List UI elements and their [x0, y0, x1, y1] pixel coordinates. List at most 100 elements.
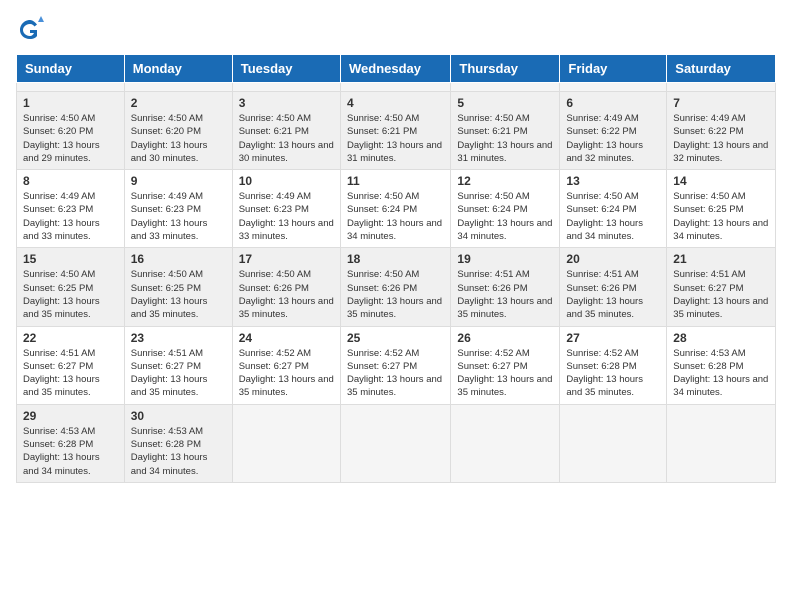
- calendar-week-row: 8 Sunrise: 4:49 AMSunset: 6:23 PMDaylight…: [17, 170, 776, 248]
- day-number: 7: [673, 96, 769, 110]
- calendar-day-cell: 18 Sunrise: 4:50 AMSunset: 6:26 PMDayligh…: [340, 248, 450, 326]
- calendar-day-cell: [560, 83, 667, 92]
- calendar-week-row: [17, 83, 776, 92]
- calendar-day-cell: [667, 404, 776, 482]
- calendar-day-cell: 17Sunrise: 4:50 AMSunset: 6:26 PMDayligh…: [232, 248, 340, 326]
- day-info: Sunrise: 4:50 AMSunset: 6:26 PMDaylight:…: [347, 268, 444, 321]
- calendar-week-row: 22 Sunrise: 4:51 AMSunset: 6:27 PMDayligh…: [17, 326, 776, 404]
- day-number: 20: [566, 252, 660, 266]
- day-number: 29: [23, 409, 118, 423]
- day-info: Sunrise: 4:49 AMSunset: 6:22 PMDaylight:…: [566, 112, 660, 165]
- calendar-day-cell: 28Sunrise: 4:53 AMSunset: 6:28 PMDayligh…: [667, 326, 776, 404]
- page-header: [16, 16, 776, 44]
- day-number: 25: [347, 331, 444, 345]
- day-number: 23: [131, 331, 226, 345]
- day-info: Sunrise: 4:52 AMSunset: 6:27 PMDaylight:…: [239, 347, 334, 400]
- day-of-week-header: Friday: [560, 55, 667, 83]
- calendar-week-row: 1 Sunrise: 4:50 AMSunset: 6:20 PMDaylight…: [17, 92, 776, 170]
- day-info: Sunrise: 4:51 AMSunset: 6:27 PMDaylight:…: [673, 268, 769, 321]
- calendar-day-cell: [340, 83, 450, 92]
- day-number: 26: [457, 331, 553, 345]
- calendar-day-cell: 7 Sunrise: 4:49 AMSunset: 6:22 PMDaylight…: [667, 92, 776, 170]
- calendar-day-cell: [124, 83, 232, 92]
- day-info: Sunrise: 4:51 AMSunset: 6:27 PMDaylight:…: [23, 347, 118, 400]
- calendar-day-cell: [232, 404, 340, 482]
- day-number: 11: [347, 174, 444, 188]
- day-number: 19: [457, 252, 553, 266]
- calendar-day-cell: 15 Sunrise: 4:50 AMSunset: 6:25 PMDayligh…: [17, 248, 125, 326]
- day-number: 14: [673, 174, 769, 188]
- calendar-day-cell: 21 Sunrise: 4:51 AMSunset: 6:27 PMDayligh…: [667, 248, 776, 326]
- day-number: 1: [23, 96, 118, 110]
- day-info: Sunrise: 4:50 AMSunset: 6:21 PMDaylight:…: [239, 112, 334, 165]
- day-number: 27: [566, 331, 660, 345]
- calendar-day-cell: 5Sunrise: 4:50 AMSunset: 6:21 PMDaylight…: [451, 92, 560, 170]
- day-info: Sunrise: 4:49 AMSunset: 6:23 PMDaylight:…: [23, 190, 118, 243]
- day-number: 24: [239, 331, 334, 345]
- calendar-day-cell: [451, 404, 560, 482]
- day-of-week-header: Thursday: [451, 55, 560, 83]
- calendar-day-cell: [17, 83, 125, 92]
- day-info: Sunrise: 4:52 AMSunset: 6:28 PMDaylight:…: [566, 347, 660, 400]
- day-number: 17: [239, 252, 334, 266]
- day-number: 12: [457, 174, 553, 188]
- calendar-week-row: 15 Sunrise: 4:50 AMSunset: 6:25 PMDayligh…: [17, 248, 776, 326]
- day-of-week-header: Sunday: [17, 55, 125, 83]
- calendar-day-cell: 9Sunrise: 4:49 AMSunset: 6:23 PMDaylight…: [124, 170, 232, 248]
- calendar-day-cell: [560, 404, 667, 482]
- day-info: Sunrise: 4:49 AMSunset: 6:23 PMDaylight:…: [239, 190, 334, 243]
- day-info: Sunrise: 4:53 AMSunset: 6:28 PMDaylight:…: [131, 425, 226, 478]
- day-info: Sunrise: 4:50 AMSunset: 6:20 PMDaylight:…: [23, 112, 118, 165]
- calendar-day-cell: [451, 83, 560, 92]
- day-info: Sunrise: 4:53 AMSunset: 6:28 PMDaylight:…: [23, 425, 118, 478]
- day-info: Sunrise: 4:53 AMSunset: 6:28 PMDaylight:…: [673, 347, 769, 400]
- day-number: 16: [131, 252, 226, 266]
- calendar-day-cell: 29 Sunrise: 4:53 AMSunset: 6:28 PMDayligh…: [17, 404, 125, 482]
- day-info: Sunrise: 4:50 AMSunset: 6:24 PMDaylight:…: [457, 190, 553, 243]
- day-of-week-header: Tuesday: [232, 55, 340, 83]
- calendar-day-cell: 13Sunrise: 4:50 AMSunset: 6:24 PMDayligh…: [560, 170, 667, 248]
- day-number: 21: [673, 252, 769, 266]
- calendar-day-cell: 16 Sunrise: 4:50 AMSunset: 6:25 PMDayligh…: [124, 248, 232, 326]
- day-number: 15: [23, 252, 118, 266]
- day-info: Sunrise: 4:49 AMSunset: 6:22 PMDaylight:…: [673, 112, 769, 165]
- calendar-day-cell: [232, 83, 340, 92]
- day-number: 8: [23, 174, 118, 188]
- day-number: 30: [131, 409, 226, 423]
- day-info: Sunrise: 4:51 AMSunset: 6:27 PMDaylight:…: [131, 347, 226, 400]
- day-info: Sunrise: 4:51 AMSunset: 6:26 PMDaylight:…: [566, 268, 660, 321]
- day-info: Sunrise: 4:50 AMSunset: 6:24 PMDaylight:…: [347, 190, 444, 243]
- day-info: Sunrise: 4:50 AMSunset: 6:25 PMDaylight:…: [673, 190, 769, 243]
- day-info: Sunrise: 4:51 AMSunset: 6:26 PMDaylight:…: [457, 268, 553, 321]
- day-info: Sunrise: 4:52 AMSunset: 6:27 PMDaylight:…: [457, 347, 553, 400]
- day-info: Sunrise: 4:50 AMSunset: 6:24 PMDaylight:…: [566, 190, 660, 243]
- day-number: 4: [347, 96, 444, 110]
- day-number: 22: [23, 331, 118, 345]
- calendar-day-cell: [667, 83, 776, 92]
- day-info: Sunrise: 4:50 AMSunset: 6:20 PMDaylight:…: [131, 112, 226, 165]
- calendar-day-cell: 20 Sunrise: 4:51 AMSunset: 6:26 PMDayligh…: [560, 248, 667, 326]
- day-number: 10: [239, 174, 334, 188]
- logo: [16, 16, 48, 44]
- calendar-day-cell: 19 Sunrise: 4:51 AMSunset: 6:26 PMDayligh…: [451, 248, 560, 326]
- calendar-day-cell: 24 Sunrise: 4:52 AMSunset: 6:27 PMDayligh…: [232, 326, 340, 404]
- day-number: 18: [347, 252, 444, 266]
- calendar-day-cell: 8 Sunrise: 4:49 AMSunset: 6:23 PMDaylight…: [17, 170, 125, 248]
- logo-icon: [16, 16, 44, 44]
- day-info: Sunrise: 4:50 AMSunset: 6:25 PMDaylight:…: [23, 268, 118, 321]
- calendar-day-cell: 14 Sunrise: 4:50 AMSunset: 6:25 PMDayligh…: [667, 170, 776, 248]
- calendar-day-cell: 26 Sunrise: 4:52 AMSunset: 6:27 PMDayligh…: [451, 326, 560, 404]
- calendar-header-row: SundayMondayTuesdayWednesdayThursdayFrid…: [17, 55, 776, 83]
- calendar-week-row: 29 Sunrise: 4:53 AMSunset: 6:28 PMDayligh…: [17, 404, 776, 482]
- day-of-week-header: Monday: [124, 55, 232, 83]
- day-info: Sunrise: 4:50 AMSunset: 6:25 PMDaylight:…: [131, 268, 226, 321]
- calendar-table: SundayMondayTuesdayWednesdayThursdayFrid…: [16, 54, 776, 483]
- calendar-day-cell: [340, 404, 450, 482]
- day-number: 3: [239, 96, 334, 110]
- day-number: 5: [457, 96, 553, 110]
- calendar-day-cell: 27 Sunrise: 4:52 AMSunset: 6:28 PMDayligh…: [560, 326, 667, 404]
- day-info: Sunrise: 4:52 AMSunset: 6:27 PMDaylight:…: [347, 347, 444, 400]
- day-of-week-header: Saturday: [667, 55, 776, 83]
- calendar-day-cell: 23 Sunrise: 4:51 AMSunset: 6:27 PMDayligh…: [124, 326, 232, 404]
- day-of-week-header: Wednesday: [340, 55, 450, 83]
